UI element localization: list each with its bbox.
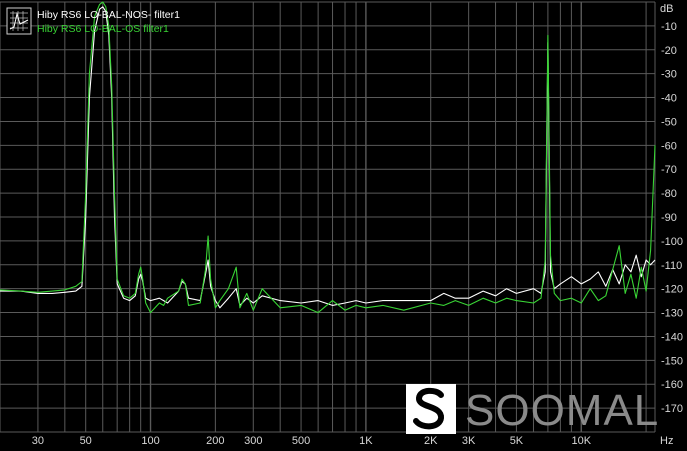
x-tick-label: 10K (571, 435, 591, 447)
y-tick-label: -110 (661, 260, 682, 272)
y-tick-label: -100 (661, 236, 683, 248)
x-tick-label: 3K (462, 435, 476, 447)
y-tick-label: -40 (661, 93, 677, 105)
x-tick-label: 100 (141, 435, 159, 447)
x-tick-label: 50 (80, 435, 92, 447)
x-tick-label: 2K (424, 435, 438, 447)
x-tick-label: 30 (32, 435, 44, 447)
legend-series-1-label: Hiby RS6 LO-BAL-NOS- filter1 (37, 9, 180, 21)
y-tick-label: -60 (661, 140, 677, 152)
x-tick-label: 5K (510, 435, 524, 447)
watermark-text: SOOMAL (465, 386, 659, 435)
y-tick-label: -50 (661, 116, 677, 128)
legend-series-2-label: Hiby RS6 LO-BAL-OS filter1 (37, 23, 169, 35)
y-tick-label: -130 (661, 308, 683, 320)
x-tick-label: 1K (359, 435, 373, 447)
y-tick-label: -90 (661, 212, 677, 224)
x-tick-label: 300 (244, 435, 262, 447)
y-tick-label: -160 (661, 379, 683, 391)
y-tick-label: -140 (661, 331, 683, 343)
y-tick-label: -80 (661, 188, 677, 200)
watermark: SOOMAL (406, 384, 659, 435)
y-axis-unit-label: dB (660, 3, 673, 15)
y-tick-label: -20 (661, 45, 677, 57)
x-tick-label: 200 (206, 435, 224, 447)
x-axis-unit-label: Hz (660, 435, 673, 447)
y-tick-label: -170 (661, 403, 683, 415)
y-tick-label: -30 (661, 69, 677, 81)
x-tick-label: 500 (292, 435, 310, 447)
y-tick-label: -120 (661, 284, 683, 296)
y-tick-label: -70 (661, 164, 677, 176)
y-tick-label: -10 (661, 21, 677, 33)
y-tick-label: -150 (661, 355, 683, 367)
spectrum-chart: -10 -20 -30 -40 -50 -60 -70 -80 -90 -100 -110 -120 -… (0, 0, 687, 451)
